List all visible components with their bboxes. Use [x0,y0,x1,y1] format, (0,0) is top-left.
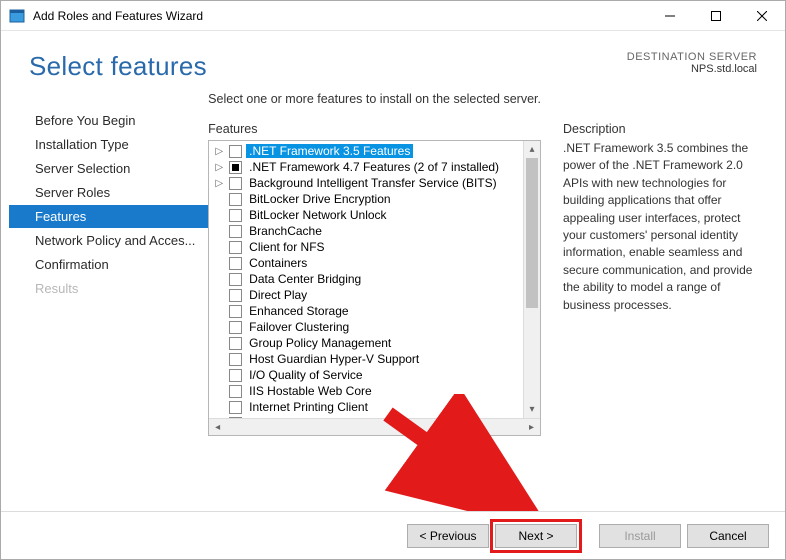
feature-item[interactable]: Host Guardian Hyper-V Support [209,351,540,367]
wizard-step[interactable]: Server Roles [9,181,208,204]
cancel-button[interactable]: Cancel [687,524,769,548]
feature-item[interactable]: Enhanced Storage [209,303,540,319]
feature-checkbox[interactable] [229,161,242,174]
maximize-button[interactable] [693,1,739,31]
scroll-down-icon[interactable]: ▾ [524,401,540,418]
feature-checkbox[interactable] [229,353,242,366]
instruction-text: Select one or more features to install o… [208,92,541,106]
feature-item[interactable]: Containers [209,255,540,271]
app-icon [9,8,25,24]
feature-item[interactable]: IIS Hostable Web Core [209,383,540,399]
page-title: Select features [29,51,207,82]
feature-label: Data Center Bridging [246,272,364,286]
title-bar: Add Roles and Features Wizard [1,1,785,31]
expand-icon[interactable]: ▷ [213,146,225,157]
wizard-step[interactable]: Server Selection [9,157,208,180]
features-heading: Features [208,122,541,136]
wizard-steps: Before You BeginInstallation TypeServer … [9,92,208,490]
feature-item[interactable]: ▷ Background Intelligent Transfer Service… [209,175,540,191]
feature-checkbox[interactable] [229,321,242,334]
feature-label: I/O Quality of Service [246,368,365,382]
expand-icon[interactable]: ▷ [213,178,225,189]
scroll-left-icon[interactable]: ◂ [209,419,226,436]
features-list: ▷ .NET Framework 3.5 Features ▷ .NET Framew… [208,140,541,436]
feature-label: Failover Clustering [246,320,352,334]
feature-label: BitLocker Drive Encryption [246,192,393,206]
feature-checkbox[interactable] [229,337,242,350]
feature-item[interactable]: Client for NFS [209,239,540,255]
minimize-button[interactable] [647,1,693,31]
feature-label: BitLocker Network Unlock [246,208,389,222]
feature-label: Internet Printing Client [246,400,371,414]
feature-checkbox[interactable] [229,225,242,238]
description-text: .NET Framework 3.5 combines the power of… [563,140,761,314]
feature-checkbox[interactable] [229,177,242,190]
feature-checkbox[interactable] [229,145,242,158]
feature-label: Background Intelligent Transfer Service … [246,176,499,190]
horizontal-scrollbar[interactable]: ◂ ▸ [209,418,540,435]
feature-checkbox[interactable] [229,257,242,270]
feature-checkbox[interactable] [229,417,242,419]
feature-item[interactable]: ▷ .NET Framework 4.7 Features (2 of 7 ins… [209,159,540,175]
feature-item[interactable]: ▷ .NET Framework 3.5 Features [209,143,540,159]
expand-icon[interactable]: ▷ [213,162,225,173]
destination-server: NPS.std.local [627,63,757,75]
next-button[interactable]: Next > [495,524,577,548]
feature-checkbox[interactable] [229,385,242,398]
scroll-right-icon[interactable]: ▸ [523,419,540,436]
feature-item[interactable]: Direct Play [209,287,540,303]
feature-checkbox[interactable] [229,305,242,318]
feature-checkbox[interactable] [229,369,242,382]
scroll-up-icon[interactable]: ▴ [524,141,540,158]
feature-checkbox[interactable] [229,241,242,254]
feature-label: Containers [246,256,310,270]
scroll-thumb[interactable] [526,158,538,308]
page-header: Select features DESTINATION SERVER NPS.s… [1,31,785,92]
wizard-step[interactable]: Confirmation [9,253,208,276]
feature-label: Direct Play [246,288,310,302]
wizard-step[interactable]: Network Policy and Acces... [9,229,208,252]
vertical-scrollbar[interactable]: ▴ ▾ [523,141,540,418]
wizard-footer: < Previous Next > Install Cancel [1,511,785,559]
feature-checkbox[interactable] [229,193,242,206]
feature-label: .NET Framework 3.5 Features [246,144,413,158]
destination-label: DESTINATION SERVER [627,51,757,63]
feature-label: Enhanced Storage [246,304,351,318]
feature-item[interactable]: BitLocker Network Unlock [209,207,540,223]
feature-label: Group Policy Management [246,336,394,350]
feature-item[interactable]: Group Policy Management [209,335,540,351]
description-heading: Description [563,122,761,136]
window-title: Add Roles and Features Wizard [33,9,647,23]
destination-info: DESTINATION SERVER NPS.std.local [627,51,757,75]
feature-checkbox[interactable] [229,401,242,414]
wizard-step[interactable]: Installation Type [9,133,208,156]
wizard-step[interactable]: Features [9,205,208,228]
feature-label: BranchCache [246,224,325,238]
install-button: Install [599,524,681,548]
wizard-step: Results [9,277,208,300]
feature-label: .NET Framework 4.7 Features (2 of 7 inst… [246,160,502,174]
wizard-step[interactable]: Before You Begin [9,109,208,132]
feature-label: IIS Hostable Web Core [246,384,375,398]
feature-label: Host Guardian Hyper-V Support [246,352,422,366]
feature-checkbox[interactable] [229,289,242,302]
feature-item[interactable]: Failover Clustering [209,319,540,335]
feature-item[interactable]: BitLocker Drive Encryption [209,191,540,207]
feature-checkbox[interactable] [229,273,242,286]
feature-item[interactable]: Data Center Bridging [209,271,540,287]
previous-button[interactable]: < Previous [407,524,489,548]
feature-item[interactable]: I/O Quality of Service [209,367,540,383]
feature-item[interactable]: BranchCache [209,223,540,239]
feature-item[interactable]: Internet Printing Client [209,399,540,415]
feature-checkbox[interactable] [229,209,242,222]
feature-label: Client for NFS [246,240,327,254]
close-button[interactable] [739,1,785,31]
